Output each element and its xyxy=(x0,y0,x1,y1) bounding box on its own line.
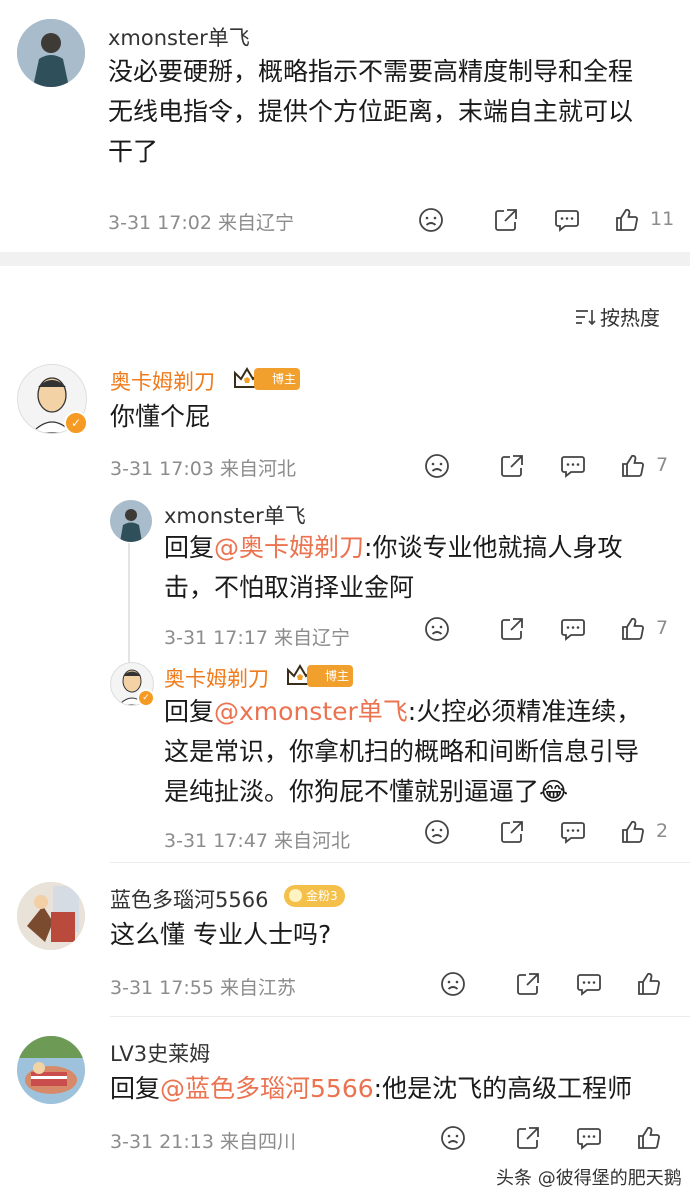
comment-line: 无线电指令，提供个方位距离，末端自主就可以 xyxy=(108,97,634,126)
comment-meta: 3-31 17:03 来自河北 xyxy=(110,458,296,480)
avatar[interactable] xyxy=(17,882,85,950)
verified-badge-icon: ✓ xyxy=(64,411,88,435)
comment-icon[interactable] xyxy=(560,453,586,479)
username[interactable]: 奥卡姆剃刀 xyxy=(110,366,215,396)
share-icon[interactable] xyxy=(493,207,519,233)
laughing-emoji-icon: 😂 xyxy=(539,777,569,806)
reply-text: 回复@蓝色多瑙河5566:他是沈飞的高级工程师 xyxy=(110,1074,633,1103)
comment-meta: 3-31 17:17 来自辽宁 xyxy=(164,627,350,649)
section-divider xyxy=(0,252,690,266)
avatar[interactable] xyxy=(17,1036,85,1104)
divider xyxy=(110,862,690,863)
username[interactable]: 奥卡姆剃刀 xyxy=(164,663,269,693)
like-icon[interactable] xyxy=(620,819,646,845)
like-count: 7 xyxy=(656,454,669,476)
comment-meta: 3-31 17:55 来自江苏 xyxy=(110,977,296,999)
thread-line xyxy=(128,543,130,663)
reply-text: 回复@xmonster单飞:火控必须精准连续， 这是常识，你拿机扫的概略和间断信… xyxy=(164,697,642,806)
mention-link[interactable]: @xmonster单飞 xyxy=(214,697,408,726)
username[interactable]: xmonster单飞 xyxy=(164,500,306,530)
comment-line: 没必要硬掰，概略指示不需要高精度制导和全程 xyxy=(108,57,634,86)
sort-button[interactable]: 按热度 xyxy=(574,302,660,331)
share-icon[interactable] xyxy=(499,616,525,642)
share-icon[interactable] xyxy=(499,819,525,845)
share-icon[interactable] xyxy=(515,971,541,997)
mention-link[interactable]: @蓝色多瑙河5566 xyxy=(160,1074,374,1103)
like-count: 11 xyxy=(650,208,675,230)
fan-level-badge: 金粉3 xyxy=(284,885,345,907)
comment-icon[interactable] xyxy=(554,207,580,233)
dislike-icon[interactable] xyxy=(440,1125,466,1151)
dislike-icon[interactable] xyxy=(424,616,450,642)
dislike-icon[interactable] xyxy=(418,207,444,233)
sort-label: 按热度 xyxy=(600,306,660,330)
username[interactable]: LV3史莱姆 xyxy=(110,1038,210,1068)
like-icon[interactable] xyxy=(614,207,640,233)
reply-text: 回复@奥卡姆剃刀:你谈专业他就搞人身攻 击，不怕取消择业金阿 xyxy=(164,533,623,602)
comment-icon[interactable] xyxy=(560,819,586,845)
blogger-badge: 博主 xyxy=(254,368,301,390)
comment-meta: 3-31 17:47 来自河北 xyxy=(164,830,350,852)
like-count: 2 xyxy=(656,820,669,842)
comment-text: 没必要硬掰，概略指示不需要高精度制导和全程 无线电指令，提供个方位距离，末端自主… xyxy=(108,52,678,172)
comment-text: 这么懂 专业人士吗? xyxy=(110,920,332,949)
dislike-icon[interactable] xyxy=(440,971,466,997)
username[interactable]: xmonster单飞 xyxy=(108,22,250,52)
like-icon[interactable] xyxy=(636,971,662,997)
dislike-icon[interactable] xyxy=(424,453,450,479)
comment-icon[interactable] xyxy=(560,616,586,642)
mention-link[interactable]: @奥卡姆剃刀 xyxy=(214,533,364,562)
sort-icon xyxy=(574,307,596,327)
like-count: 7 xyxy=(656,617,669,639)
verified-badge-icon: ✓ xyxy=(137,689,155,707)
comment-icon[interactable] xyxy=(576,1125,602,1151)
comment-meta: 3-31 21:13 来自四川 xyxy=(110,1131,296,1153)
comment-line: 干了 xyxy=(108,137,159,166)
dislike-icon[interactable] xyxy=(424,819,450,845)
share-icon[interactable] xyxy=(499,453,525,479)
blogger-badge: 博主 xyxy=(307,665,354,687)
like-icon[interactable] xyxy=(636,1125,662,1151)
like-icon[interactable] xyxy=(620,616,646,642)
avatar[interactable] xyxy=(110,500,152,542)
divider xyxy=(110,1016,690,1017)
watermark: 头条 @彼得堡的肥天鹅 xyxy=(496,1168,682,1189)
like-icon[interactable] xyxy=(620,453,646,479)
comment-icon[interactable] xyxy=(576,971,602,997)
username[interactable]: 蓝色多瑙河5566 xyxy=(110,884,268,914)
avatar[interactable] xyxy=(17,19,85,87)
share-icon[interactable] xyxy=(515,1125,541,1151)
comment-meta: 3-31 17:02 来自辽宁 xyxy=(108,212,294,234)
comment-text: 你懂个屁 xyxy=(110,402,211,431)
